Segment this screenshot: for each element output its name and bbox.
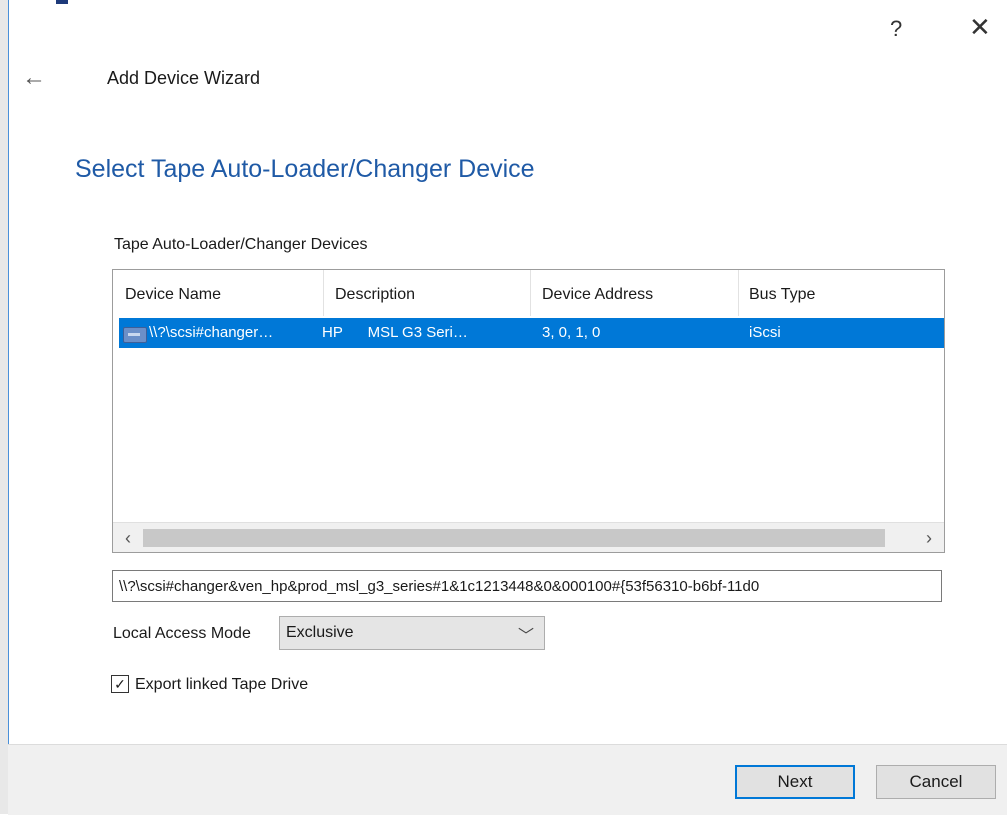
column-header-device-name[interactable]: Device Name: [125, 286, 221, 304]
scroll-right-icon[interactable]: ›: [916, 525, 942, 551]
column-header-device-address[interactable]: Device Address: [542, 286, 653, 304]
cell-description: HP MSL G3 Seri…: [322, 324, 468, 341]
window-left-edge: [0, 0, 9, 814]
export-tape-drive-label[interactable]: Export linked Tape Drive: [135, 676, 308, 694]
cell-device-name: \\?\scsi#changer…: [149, 324, 274, 341]
devices-group-label: Tape Auto-Loader/Changer Devices: [114, 236, 368, 253]
wizard-title: Add Device Wizard: [107, 68, 261, 88]
scroll-left-icon[interactable]: ‹: [115, 525, 141, 551]
next-button[interactable]: Next: [735, 765, 855, 799]
chevron-down-icon: ﹀: [517, 628, 534, 645]
cell-bus-type: iScsi: [749, 324, 781, 341]
column-header-description[interactable]: Description: [335, 286, 415, 304]
column-divider[interactable]: [323, 270, 324, 316]
tape-device-icon: [123, 327, 147, 343]
device-list[interactable]: Device Name Description Device Address B…: [112, 269, 945, 553]
column-divider[interactable]: [530, 270, 531, 316]
back-arrow-icon[interactable]: ←: [22, 64, 46, 92]
column-header-bus-type[interactable]: Bus Type: [749, 286, 815, 304]
access-mode-label: Local Access Mode: [113, 625, 251, 642]
column-divider[interactable]: [738, 270, 739, 316]
horizontal-scrollbar[interactable]: ‹ ›: [113, 522, 944, 552]
export-tape-drive-checkbox[interactable]: ✓: [111, 675, 129, 693]
page-title: Select Tape Auto-Loader/Changer Device: [75, 155, 535, 183]
scrollbar-thumb[interactable]: [143, 529, 885, 547]
access-mode-value: Exclusive: [286, 624, 354, 641]
device-path-field[interactable]: \\?\scsi#changer&ven_hp&prod_msl_g3_seri…: [112, 570, 942, 602]
cancel-button[interactable]: Cancel: [876, 765, 996, 799]
close-icon[interactable]: ✕: [969, 12, 991, 43]
table-row[interactable]: \\?\scsi#changer… HP MSL G3 Seri… 3, 0, …: [119, 318, 944, 348]
dialog-footer: [8, 744, 1007, 815]
window-top-accent: [56, 0, 68, 4]
access-mode-select[interactable]: Exclusive ﹀: [279, 616, 545, 650]
cell-device-address: 3, 0, 1, 0: [542, 324, 601, 341]
help-icon[interactable]: ?: [890, 16, 902, 42]
list-header: Device Name Description Device Address B…: [113, 270, 944, 316]
